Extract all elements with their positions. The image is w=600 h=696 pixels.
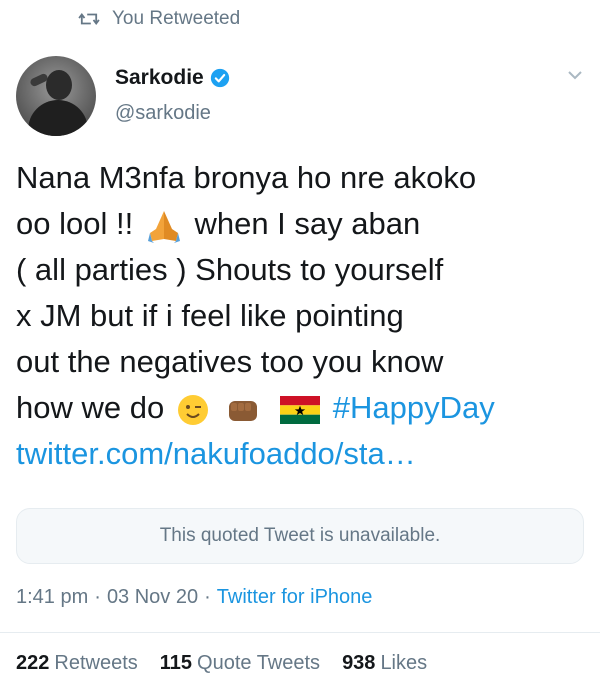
tweet-date[interactable]: 03 Nov 20	[107, 586, 198, 609]
retweet-icon	[78, 13, 100, 25]
quotes-count: 115	[159, 652, 193, 674]
tweet-url-link[interactable]: twitter.com/nakufoaddo/sta…	[16, 431, 586, 477]
likes-count: 938	[342, 652, 376, 674]
avatar[interactable]	[16, 56, 96, 136]
fist-bump-emoji-icon	[229, 400, 258, 421]
folded-hands-emoji-icon	[147, 210, 180, 243]
retweets-label: Retweets	[54, 652, 138, 674]
meta-separator: ·	[94, 586, 101, 608]
retweets-count: 222	[16, 652, 50, 674]
author-name[interactable]: Sarkodie	[115, 66, 204, 90]
tweet-time[interactable]: 1:41 pm	[16, 586, 88, 609]
tweet-line: x JM but if i feel like pointing	[16, 298, 404, 333]
tweet-source-link[interactable]: Twitter for iPhone	[217, 586, 373, 609]
divider	[0, 632, 600, 633]
likes-label: Likes	[380, 652, 428, 674]
tweet-line: out the negatives too you know	[16, 344, 444, 379]
ghana-flag-emoji-icon	[280, 395, 321, 424]
quoted-tweet-text: This quoted Tweet is unavailable.	[159, 525, 441, 546]
verified-badge-icon	[210, 68, 229, 88]
author-name-row[interactable]: Sarkodie	[115, 66, 230, 90]
quotes-label: Quote Tweets	[197, 652, 321, 674]
quoted-tweet-card: This quoted Tweet is unavailable.	[16, 508, 584, 564]
author-handle[interactable]: @sarkodie	[115, 102, 211, 125]
tweet-stats: 222 Retweets 115 Quote Tweets 938 Likes	[16, 652, 427, 675]
tweet-meta: 1:41 pm · 03 Nov 20 · Twitter for iPhone	[16, 586, 372, 609]
likes-stat[interactable]: 938 Likes	[342, 652, 427, 675]
chevron-down-icon[interactable]	[566, 68, 584, 82]
quote-tweets-stat[interactable]: 115 Quote Tweets	[160, 652, 320, 675]
retweets-stat[interactable]: 222 Retweets	[16, 652, 138, 675]
tweet-line: oo lool !! when I say aban	[16, 206, 421, 243]
tweet-line: ( all parties ) Shouts to yourself	[16, 252, 444, 287]
hashtag-link[interactable]: #HappyDay	[333, 390, 495, 425]
tweet-text: Nana M3nfa bronya ho nre akoko oo lool !…	[16, 155, 586, 477]
meta-separator: ·	[204, 586, 211, 608]
tweet-line: Nana M3nfa bronya ho nre akoko	[16, 160, 477, 195]
winking-face-emoji-icon	[177, 394, 208, 425]
retweet-banner: You Retweeted	[78, 8, 240, 30]
retweet-banner-text: You Retweeted	[112, 8, 241, 29]
tweet-line: how we do #HappyDay	[16, 390, 495, 425]
